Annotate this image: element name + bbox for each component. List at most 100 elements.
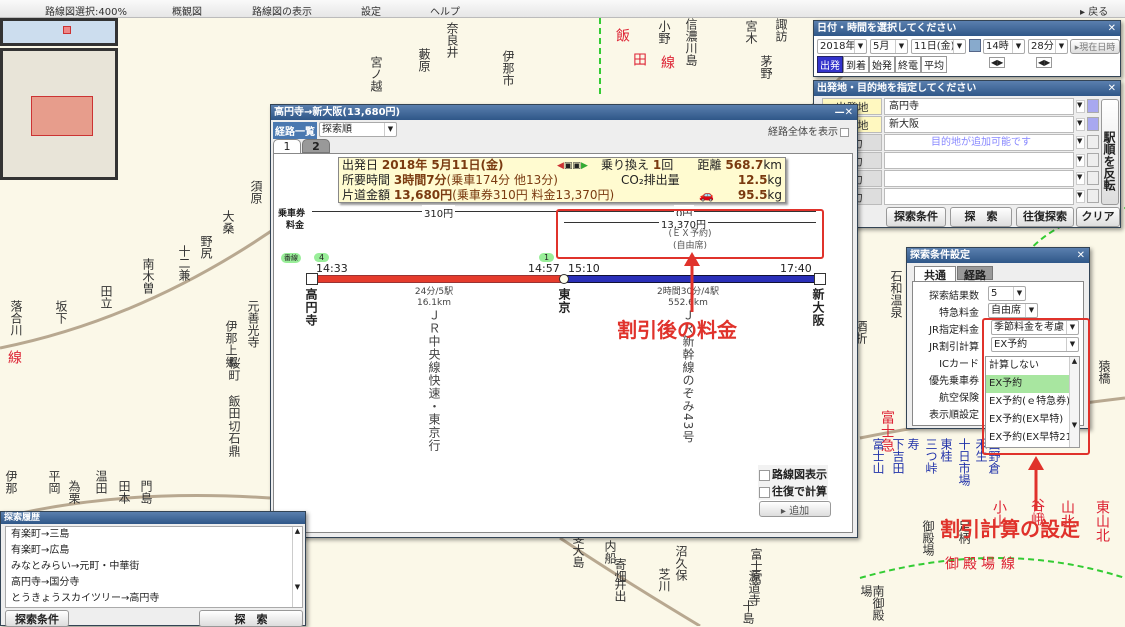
minute-select[interactable]: 28分 ▼ (1028, 39, 1068, 54)
minimize-close-icons[interactable]: —✕ (835, 105, 853, 120)
menu-overview[interactable]: 概観図 (172, 3, 202, 18)
map-station-label[interactable]: 鼎 (227, 445, 241, 457)
history-scrollbar[interactable]: ▲ ▼ (292, 527, 302, 607)
map-station-label[interactable]: 温田 (94, 470, 108, 494)
history-item[interactable]: 有楽町→三島 (6, 527, 302, 543)
map-station-label[interactable]: 飯 (614, 28, 630, 42)
map-station-label[interactable]: 茅野 (759, 55, 773, 79)
history-conditions-button[interactable]: 探索条件 (5, 610, 69, 627)
map-station-label[interactable]: 三つ峠 (924, 438, 938, 474)
map-station-label[interactable]: 為栗 (67, 480, 81, 504)
tab-route-2[interactable]: 2 (302, 139, 330, 153)
map-station-label[interactable]: 田 (631, 52, 647, 66)
chevron-down-icon[interactable]: ▼ (1076, 100, 1085, 113)
minimap[interactable] (0, 18, 118, 46)
reverse-button[interactable]: 駅順を反転 (1101, 99, 1119, 205)
map-station-label[interactable]: 沼久保 (674, 545, 688, 581)
map-station-label[interactable]: 宮ノ越 (369, 56, 383, 92)
date-step-icons[interactable]: ◀▣▣▶ (557, 159, 588, 174)
mode-arrive[interactable]: 到着 (843, 56, 869, 73)
flag-icon[interactable] (1087, 171, 1099, 185)
map-station-label[interactable]: 石和温泉 (889, 270, 903, 318)
history-item[interactable]: とうきょうスカイツリー→高円寺 (6, 591, 302, 607)
map-station-label[interactable]: 元善光寺 (246, 300, 260, 348)
map-station-label[interactable]: 富士山 (871, 438, 885, 474)
station-tokyo[interactable]: 東京 (557, 288, 571, 314)
map-station-label[interactable]: 猿橋 (1097, 360, 1111, 384)
show-all-checkbox[interactable] (840, 127, 849, 137)
close-icon[interactable]: ✕ (1108, 81, 1116, 96)
via-input[interactable]: 目的地が追加可能です (884, 134, 1074, 151)
map-station-label[interactable]: 信濃川島 (684, 18, 698, 66)
from-input[interactable]: 高円寺 (884, 98, 1074, 115)
map-station-label[interactable]: 東山北 (1094, 500, 1110, 542)
mode-last[interactable]: 終電 (895, 56, 921, 73)
map-station-label[interactable]: 十二兼 (177, 245, 191, 281)
search-button[interactable]: 探 索 (950, 207, 1012, 227)
map-station-label[interactable]: 宮木 (744, 20, 758, 44)
chevron-down-icon[interactable]: ▼ (1076, 190, 1085, 203)
map-station-label[interactable]: 南御殿場 (859, 585, 885, 626)
chevron-down-icon[interactable]: ▼ (1076, 136, 1085, 149)
map-station-label[interactable]: 門島 (139, 480, 153, 504)
seg1-line-name[interactable]: ＪＲ中央線快速・東京行 (427, 309, 441, 452)
flag-icon[interactable] (1087, 99, 1099, 113)
history-search-button[interactable]: 探 索 (199, 610, 303, 627)
detail-minimap[interactable] (0, 48, 118, 180)
segment-chuo-line[interactable] (316, 275, 564, 283)
map-station-label[interactable]: 伊那 (4, 470, 18, 494)
station-shin-osaka[interactable]: 新大阪 (811, 288, 825, 327)
day-select[interactable]: 11日(金) ▼ (911, 39, 966, 54)
chevron-down-icon[interactable]: ▼ (1076, 172, 1085, 185)
station-koenji[interactable]: 高円寺 (304, 288, 318, 327)
condition-select[interactable]: 5 ▼ (988, 286, 1026, 301)
tab-route-1[interactable]: 1 (273, 139, 301, 154)
map-display-option[interactable]: 路線図表示 (758, 465, 828, 483)
map-station-label[interactable]: 藪原 (417, 48, 431, 72)
month-select[interactable]: 5月 ▼ (870, 39, 908, 54)
map-station-label[interactable]: 大桑 (221, 210, 235, 234)
map-station-label[interactable]: 小野 (657, 20, 671, 44)
close-icon[interactable]: ✕ (1108, 21, 1116, 36)
map-station-label[interactable]: 諏訪 (774, 18, 788, 42)
map-station-label[interactable]: 落合川 (9, 300, 23, 336)
map-station-label[interactable]: 十日市場 (957, 438, 971, 486)
map-station-label[interactable]: 線 (6, 350, 22, 364)
tab-route[interactable]: 経路 (957, 266, 993, 282)
menu-map-display[interactable]: 路線図の表示 (252, 3, 312, 18)
search-conditions-button[interactable]: 探索条件 (886, 207, 946, 227)
minimap-viewport-detail[interactable] (31, 96, 93, 136)
add-button[interactable]: ▸ 追加 (759, 501, 831, 517)
flag-icon[interactable] (1087, 117, 1099, 131)
hour-step-arrows[interactable]: ◀▶ (989, 57, 1006, 68)
map-station-label[interactable]: 坂下 (54, 300, 68, 324)
map-station-label[interactable]: 須原 (249, 180, 263, 204)
map-station-label[interactable]: 御殿場 (921, 520, 935, 556)
history-item[interactable]: 有楽町→広島 (6, 543, 302, 559)
mode-average[interactable]: 平均 (921, 56, 947, 73)
history-item[interactable]: 高円寺→国分寺 (6, 575, 302, 591)
map-station-label[interactable]: 寿 (906, 438, 920, 450)
map-station-label[interactable]: 十島 (741, 600, 755, 624)
map-station-label[interactable]: 下吉田 (891, 438, 905, 474)
map-station-label[interactable]: 田立 (99, 285, 113, 309)
via-input[interactable] (884, 188, 1074, 205)
map-display-checkbox[interactable] (759, 469, 770, 481)
map-station-label[interactable]: 御 (943, 556, 959, 570)
map-station-label[interactable]: 桜町 (227, 357, 241, 381)
menu-map-select[interactable]: 路線図選択:400% (45, 3, 127, 18)
condition-select[interactable]: 自由席 ▼ (988, 303, 1038, 318)
year-select[interactable]: 2018年 ▼ (817, 39, 867, 54)
map-station-label[interactable]: 線 (659, 55, 675, 69)
hour-select[interactable]: 14時 ▼ (983, 39, 1025, 54)
chevron-down-icon[interactable]: ▼ (1076, 118, 1085, 131)
history-item[interactable]: みなとみらい→元町・中華街 (6, 559, 302, 575)
map-station-label[interactable]: 殿 (961, 556, 977, 570)
via-input[interactable] (884, 170, 1074, 187)
map-station-label[interactable]: 奈良井 (445, 22, 459, 58)
map-station-label[interactable]: 南木曽 (141, 258, 155, 294)
map-station-label[interactable]: 平岡 (47, 470, 61, 494)
flag-icon[interactable] (1087, 153, 1099, 167)
map-station-label[interactable]: 芝川 (657, 568, 671, 592)
to-input[interactable]: 新大阪 (884, 116, 1074, 133)
